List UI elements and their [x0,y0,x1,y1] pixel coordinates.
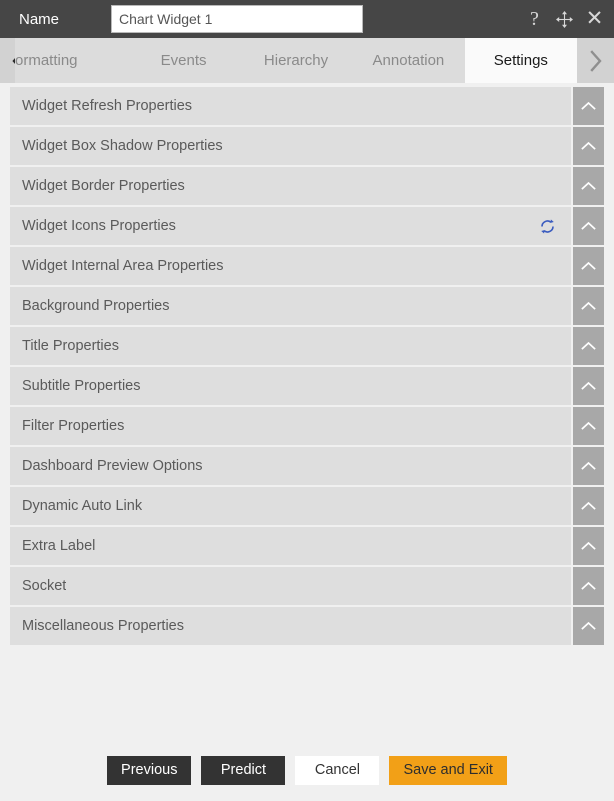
accordion-title: Widget Icons Properties [22,218,176,234]
accordion-header-widget-box-shadow-properties[interactable]: Widget Box Shadow Properties [10,127,571,165]
tab-events[interactable]: Events [127,38,240,83]
chevron-up-icon [581,301,596,311]
chevron-up-icon [581,221,596,231]
close-icon[interactable]: ✕ [584,8,605,30]
settings-accordion-panel: Widget Refresh Properties Widget Box Shad… [0,83,614,739]
accordion-row: Subtitle Properties [10,367,604,405]
accordion-row: Dashboard Preview Options [10,447,604,485]
chevron-up-icon [581,501,596,511]
accordion-title: Widget Refresh Properties [22,98,193,114]
accordion-collapse-button[interactable] [573,407,604,445]
tab-ormatting[interactable]: ormatting [15,38,128,83]
previous-button[interactable]: Previous [107,755,192,785]
accordion-collapse-button[interactable] [573,127,604,165]
tab-annotation[interactable]: Annotation [352,38,465,83]
accordion-header-socket[interactable]: Socket [10,567,571,605]
accordion-collapse-button[interactable] [573,167,604,205]
accordion-row: Miscellaneous Properties [10,607,604,645]
accordion-collapse-button[interactable] [573,447,604,485]
accordion-title: Dashboard Preview Options [22,458,203,474]
titlebar-actions: ? ✕ [524,0,605,38]
accordion-title: Miscellaneous Properties [22,618,184,634]
chevron-up-icon [581,541,596,551]
accordion-header-widget-internal-area-properties[interactable]: Widget Internal Area Properties [10,247,571,285]
accordion-header-widget-border-properties[interactable]: Widget Border Properties [10,167,571,205]
tab-list: ormatting Events Hierarchy Annotation Settin… [15,38,578,83]
accordion-title: Widget Box Shadow Properties [22,138,223,154]
accordion-header-dashboard-preview-options[interactable]: Dashboard Preview Options [10,447,571,485]
chevron-up-icon [581,141,596,151]
accordion-header-filter-properties[interactable]: Filter Properties [10,407,571,445]
predict-button[interactable]: Predict [201,755,286,785]
move-icon[interactable] [554,9,575,30]
accordion-row: Widget Icons Properties [10,207,604,245]
tab-settings[interactable]: Settings [464,38,578,83]
accordion-row: Socket [10,567,604,605]
accordion-header-widget-refresh-properties[interactable]: Widget Refresh Properties [10,87,571,125]
accordion-collapse-button[interactable] [573,87,604,125]
cancel-button[interactable]: Cancel [295,755,380,785]
accordion-row: Widget Internal Area Properties [10,247,604,285]
accordion-header-widget-icons-properties[interactable]: Widget Icons Properties [10,207,571,245]
accordion-collapse-button[interactable] [573,247,604,285]
accordion-collapse-button[interactable] [573,367,604,405]
accordion-title: Subtitle Properties [22,378,141,394]
accordion-title: Socket [22,578,67,594]
chevron-up-icon [581,181,596,191]
accordion-collapse-button[interactable] [573,487,604,525]
accordion-header-extra-label[interactable]: Extra Label [10,527,571,565]
accordion-header-title-properties[interactable]: Title Properties [10,327,571,365]
accordion-header-subtitle-properties[interactable]: Subtitle Properties [10,367,571,405]
window-titlebar: Name ? ✕ [0,0,614,38]
accordion-row: Widget Border Properties [10,167,604,205]
refresh-icon[interactable] [538,217,557,236]
accordion-title: Filter Properties [22,418,125,434]
accordion-row: Widget Box Shadow Properties [10,127,604,165]
accordion-collapse-button[interactable] [573,527,604,565]
accordion-row: Filter Properties [10,407,604,445]
accordion-header-actions [538,217,557,236]
accordion-header-miscellaneous-properties[interactable]: Miscellaneous Properties [10,607,571,645]
accordion-row: Extra Label [10,527,604,565]
accordion-row: Widget Refresh Properties [10,87,604,125]
accordion-title: Background Properties [22,298,170,314]
accordion-title: Widget Border Properties [22,178,185,194]
tab-scroll-right-button[interactable] [577,38,614,83]
accordion-row: Background Properties [10,287,604,325]
accordion-row: Title Properties [10,327,604,365]
save-and-exit-button[interactable]: Save and Exit [389,755,507,785]
chevron-up-icon [581,421,596,431]
accordion-header-background-properties[interactable]: Background Properties [10,287,571,325]
accordion-title: Title Properties [22,338,119,354]
chevron-up-icon [581,381,596,391]
help-icon[interactable]: ? [524,9,545,30]
chevron-up-icon [581,621,596,631]
accordion-title: Widget Internal Area Properties [22,258,224,274]
accordion-row: Dynamic Auto Link [10,487,604,525]
chevron-up-icon [581,101,596,111]
tab-hierarchy[interactable]: Hierarchy [239,38,353,83]
chevron-up-icon [581,581,596,591]
accordion-header-dynamic-auto-link[interactable]: Dynamic Auto Link [10,487,571,525]
accordion-collapse-button[interactable] [573,567,604,605]
chevron-up-icon [581,261,596,271]
chevron-up-icon [581,461,596,471]
widget-name-input[interactable] [111,5,363,33]
accordion-title: Extra Label [22,538,96,554]
accordion-collapse-button[interactable] [573,327,604,365]
accordion-collapse-button[interactable] [573,287,604,325]
accordion-title: Dynamic Auto Link [22,498,143,514]
dialog-footer: Previous Predict Cancel Save and Exit [0,739,614,801]
name-label: Name [19,10,60,28]
chevron-up-icon [581,341,596,351]
tab-strip: ormatting Events Hierarchy Annotation Settin… [0,38,614,83]
accordion-collapse-button[interactable] [573,207,604,245]
chevron-right-icon [588,49,603,72]
accordion-collapse-button[interactable] [573,607,604,645]
